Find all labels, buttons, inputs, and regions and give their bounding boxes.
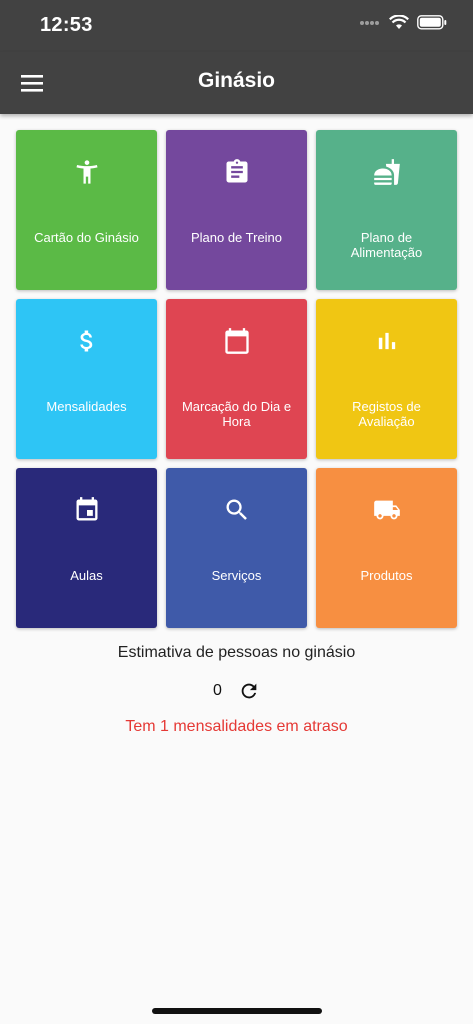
tile-label: Plano de Treino: [190, 230, 283, 245]
wifi-icon: [389, 15, 409, 29]
tile-mensalidades[interactable]: Mensalidades: [16, 299, 157, 459]
estimate-count-row: 0: [0, 680, 473, 702]
tile-servicos[interactable]: Serviços: [166, 468, 307, 628]
truck-icon: [373, 500, 400, 520]
tile-registos-avaliacao[interactable]: Registos de Avaliação: [316, 299, 457, 459]
signal-icon: [360, 20, 379, 25]
tile-plano-alimentacao[interactable]: Plano de Alimentação: [316, 130, 457, 290]
tile-produtos[interactable]: Produtos: [316, 468, 457, 628]
estimate-label: Estimativa de pessoas no ginásio: [117, 644, 356, 661]
tile-marcacao[interactable]: Marcação do Dia e Hora: [166, 299, 307, 459]
status-icons: [359, 15, 447, 30]
tile-label: Cartão do Ginásio: [34, 230, 139, 245]
overdue-warning: Tem 1 mensalidades em atraso: [125, 718, 348, 735]
tile-label: Serviços: [211, 568, 262, 583]
home-indicator: [152, 1008, 322, 1014]
refresh-icon[interactable]: [238, 680, 260, 702]
tile-label: Aulas: [70, 568, 103, 583]
battery-icon: [417, 15, 447, 30]
tile-label: Plano de Alimentação: [350, 230, 423, 260]
tile-cartao-ginasio[interactable]: Cartão do Ginásio: [16, 130, 157, 290]
status-bar: 12:53: [0, 0, 473, 52]
menu-grid: Cartão do Ginásio Plano de Treino Plano …: [16, 130, 457, 628]
tile-label: Registos de Avaliação: [352, 399, 421, 429]
estimate-count: 0: [213, 682, 222, 699]
bar-chart-icon: [378, 332, 395, 350]
event-icon: [76, 497, 97, 521]
tile-label: Mensalidades: [46, 399, 127, 414]
tile-aulas[interactable]: Aulas: [16, 468, 157, 628]
tile-label: Produtos: [360, 568, 413, 583]
search-icon: [226, 499, 247, 520]
person-icon: [76, 160, 97, 184]
tile-plano-treino[interactable]: Plano de Treino: [166, 130, 307, 290]
page-title: Ginásio: [197, 69, 276, 92]
tile-label: Marcação do Dia e Hora: [181, 399, 292, 429]
app-bar: Ginásio: [0, 52, 473, 114]
clipboard-icon: [226, 159, 247, 183]
status-time: 12:53: [40, 14, 93, 36]
dollar-icon: [79, 330, 92, 352]
fastfood-icon: [373, 159, 400, 185]
calendar-icon: [224, 328, 249, 354]
